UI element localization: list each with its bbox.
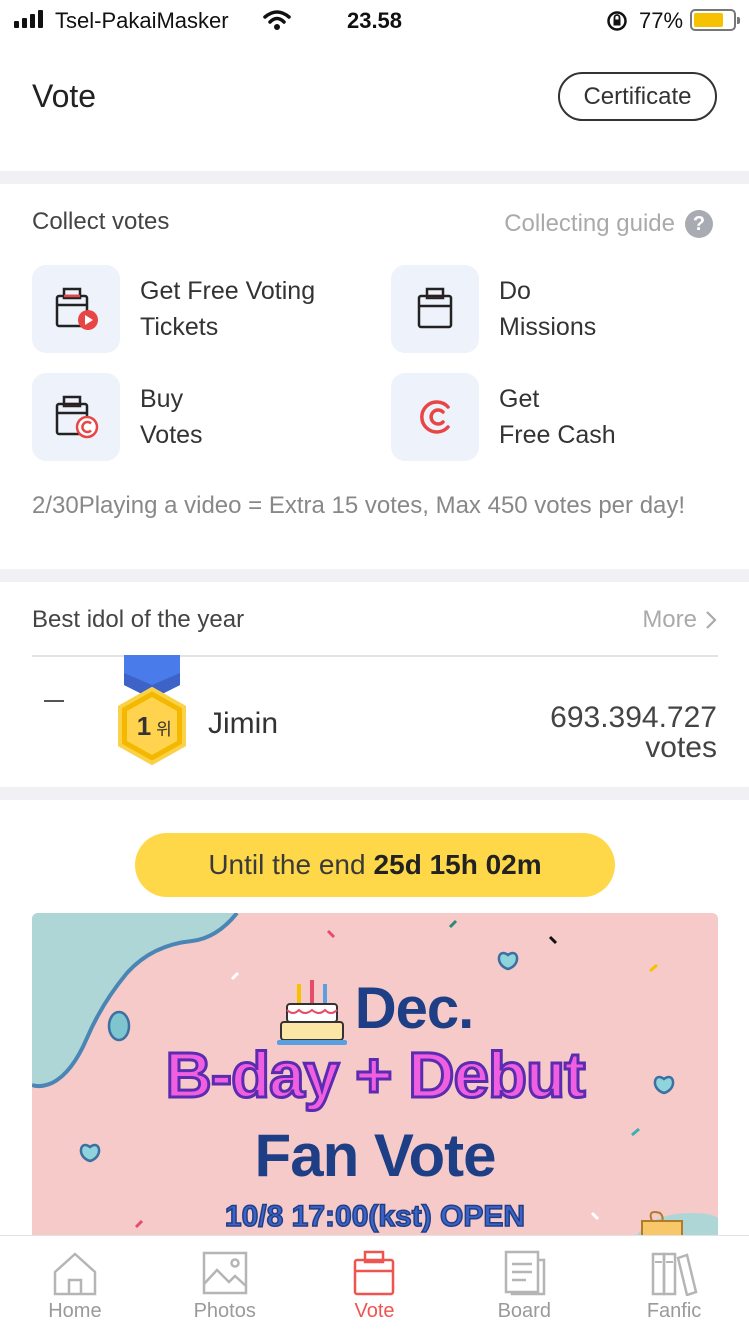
action-label-line2: Missions [499, 313, 597, 341]
action-label-line2: Tickets [140, 313, 219, 341]
tab-label: Photos [193, 1300, 256, 1322]
section-divider [0, 569, 749, 582]
tab-label: Board [497, 1300, 551, 1322]
video-bonus-text: 2/30Playing a video = Extra 15 votes, Ma… [32, 492, 686, 519]
banner-line-4: 10/8 17:00(kst) OPEN [224, 1199, 526, 1234]
vote-count-unit: votes [645, 731, 717, 764]
tab-label: Home [48, 1300, 102, 1322]
get-free-voting-tickets-button[interactable]: Get Free Voting Tickets [32, 265, 350, 353]
certificate-button[interactable]: Certificate [558, 72, 717, 121]
battery-percent: 77% [639, 8, 684, 33]
vote-count-number: 693.394.727 [550, 701, 717, 734]
birthday-cake-icon [276, 979, 347, 1045]
tab-board[interactable]: Board [449, 1236, 599, 1334]
do-missions-button[interactable]: Do Missions [391, 265, 709, 353]
idol-name: Jimin [208, 707, 279, 740]
gold-medal-icon: 1 위 [118, 655, 186, 766]
more-link[interactable]: More [642, 606, 717, 634]
countdown-pill: Until the end 25d 15h 02m [135, 833, 615, 897]
ranking-title: Best idol of the year [32, 606, 245, 633]
medal-rank-number: 1 [137, 711, 151, 741]
banner-month: Dec. [354, 976, 475, 1041]
ballot-box-icon [391, 265, 479, 353]
vote-icon [354, 1250, 395, 1296]
ballot-box-play-icon [32, 265, 120, 353]
home-icon [53, 1252, 97, 1296]
event-banner[interactable]: Dec. B-day + Debut Fan Vote 10/8 17:00(k… [32, 913, 718, 1243]
action-label-line1: Get [499, 385, 540, 413]
bottom-tab-bar: Home Photos Vote Board Fanfic [0, 1235, 749, 1334]
banner-line-1: Dec. [32, 975, 718, 1046]
banner-line-3: Fan Vote [254, 1122, 497, 1189]
action-label-line2: Free Cash [499, 421, 616, 449]
banner-line-2: B-day + Debut [164, 1038, 587, 1113]
buy-votes-button[interactable]: Buy Votes [32, 373, 350, 461]
medal-rank-suffix: 위 [156, 720, 172, 740]
countdown-prefix: Until the end [208, 849, 366, 880]
tab-home[interactable]: Home [0, 1236, 150, 1334]
board-icon [505, 1250, 546, 1296]
action-label-line1: Do [499, 277, 531, 305]
action-label-line2: Votes [140, 421, 203, 449]
section-divider [0, 787, 749, 800]
ballot-box-coin-icon [32, 373, 120, 461]
section-divider [0, 171, 749, 184]
get-free-cash-button[interactable]: Get Free Cash [391, 373, 709, 461]
cash-icon [391, 373, 479, 461]
collecting-guide-label: Collecting guide [504, 210, 675, 237]
photos-icon [202, 1251, 247, 1295]
page-title: Vote [32, 78, 97, 114]
battery-icon [690, 9, 740, 31]
tab-vote[interactable]: Vote [300, 1236, 450, 1334]
fanfic-icon [651, 1252, 698, 1296]
vote-count: 693.394.727 votes [550, 703, 717, 763]
action-label-line1: Buy [140, 385, 184, 413]
collect-votes-title: Collect votes [32, 208, 170, 235]
action-label-line1: Get Free Voting [140, 277, 316, 305]
collecting-guide-link[interactable]: Collecting guide ? [504, 210, 713, 238]
rank-change-indicator [44, 700, 64, 702]
status-bar: Tsel-PakaiMasker 23.58 77% [0, 0, 749, 42]
clock: 23.58 [346, 8, 403, 33]
countdown-remaining: 25d 15h 02m [373, 849, 542, 880]
tab-photos[interactable]: Photos [150, 1236, 300, 1334]
more-label: More [642, 606, 697, 633]
rotation-lock-icon [607, 11, 627, 31]
question-icon: ? [685, 210, 713, 238]
tab-fanfic[interactable]: Fanfic [599, 1236, 749, 1334]
tab-label: Vote [354, 1300, 395, 1322]
tab-label: Fanfic [646, 1300, 702, 1322]
chevron-right-icon [706, 611, 717, 629]
